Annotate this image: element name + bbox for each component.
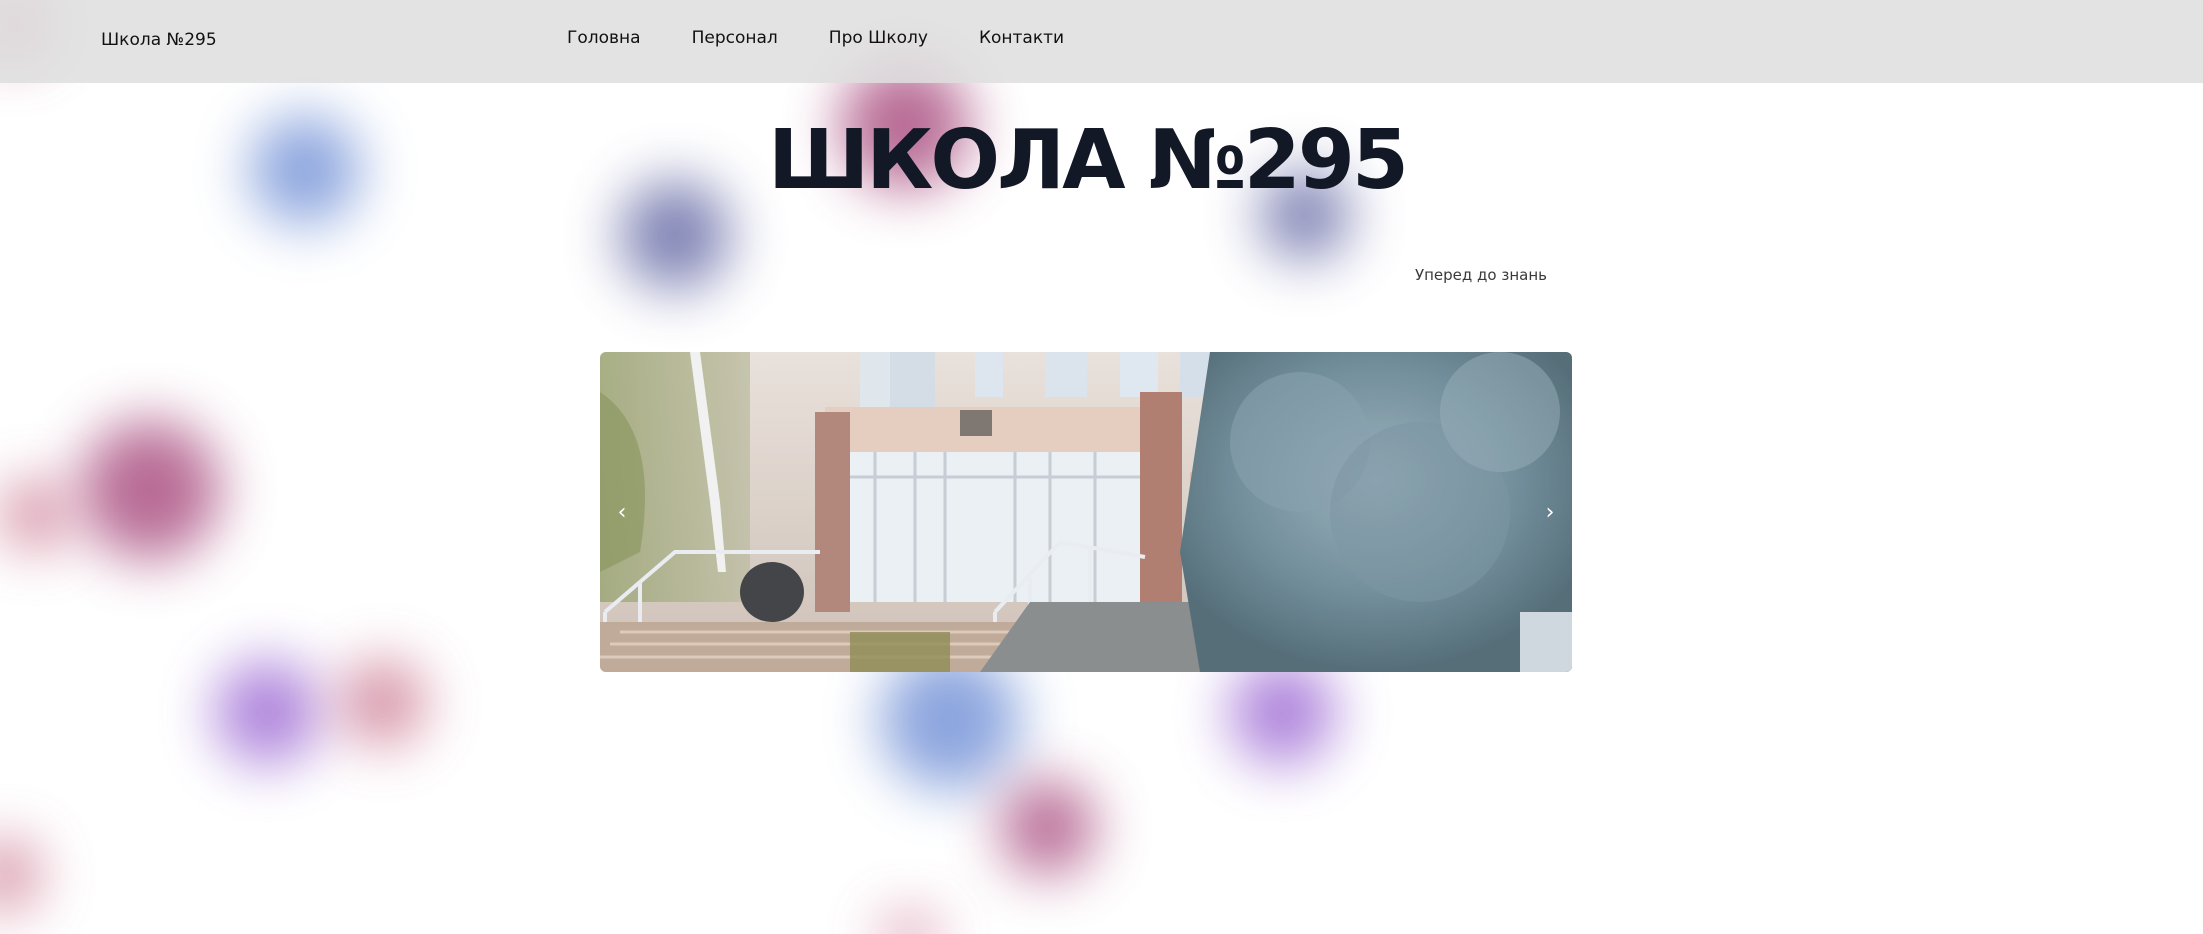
- carousel-prev-button[interactable]: ‹: [602, 492, 642, 532]
- background-blob: [1000, 780, 1095, 875]
- page-subtitle: Уперед до знань: [1414, 266, 1547, 284]
- brand-link[interactable]: Школа №295: [101, 30, 217, 50]
- background-blob: [0, 480, 70, 550]
- main-nav: Головна Персонал Про Школу Контакти: [567, 28, 1115, 48]
- carousel-next-button[interactable]: ›: [1530, 492, 1570, 532]
- page: Школа №295 Головна Персонал Про Школу Ко…: [0, 0, 2203, 934]
- background-blob: [880, 915, 940, 934]
- background-blob: [0, 840, 40, 910]
- background-blob: [215, 660, 320, 765]
- nav-link-home[interactable]: Головна: [567, 28, 641, 48]
- background-blob: [80, 420, 220, 560]
- nav-link-staff[interactable]: Персонал: [692, 28, 778, 48]
- chevron-left-icon: ‹: [617, 499, 627, 525]
- page-title: ШКОЛА №295: [768, 113, 1409, 208]
- school-entrance-photo: [600, 352, 1572, 672]
- background-blob: [340, 660, 425, 745]
- site-header: Школа №295 Головна Персонал Про Школу Ко…: [0, 0, 2203, 83]
- background-blob: [1230, 660, 1335, 765]
- image-carousel: ‹ ›: [600, 352, 1572, 672]
- nav-link-contacts[interactable]: Контакти: [979, 28, 1064, 48]
- nav-link-about[interactable]: Про Школу: [829, 28, 928, 48]
- chevron-right-icon: ›: [1545, 499, 1555, 525]
